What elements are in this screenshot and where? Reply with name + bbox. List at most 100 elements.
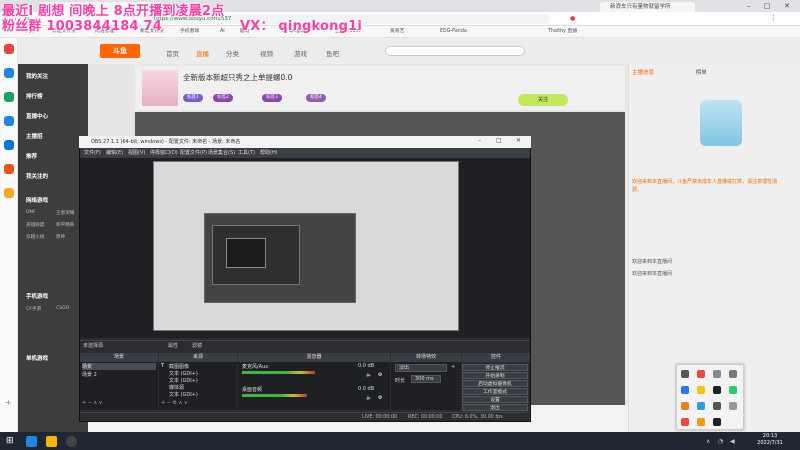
extension-icon[interactable]: ● (570, 15, 575, 22)
close-icon[interactable]: ✕ (780, 1, 794, 11)
taskbar-clock[interactable]: 20:13 2022/7/31 (742, 433, 798, 447)
nav-link[interactable]: 鱼吧 (326, 48, 339, 58)
tray-icon[interactable] (729, 370, 737, 378)
plus-icon[interactable]: + (451, 364, 455, 370)
speaker-icon[interactable]: 🔈 (366, 395, 372, 401)
tray-icon[interactable] (681, 386, 689, 394)
sidebar-subitem[interactable]: 穿越火线 (26, 234, 44, 240)
close-icon[interactable]: ✕ (516, 137, 521, 144)
sidebar-subitem[interactable]: 和平精英 (56, 222, 74, 228)
virtual-camera-button[interactable]: 启动虚拟摄像机 (462, 380, 528, 387)
bookmark[interactable]: 手机看球 (180, 28, 199, 36)
sidebar-section[interactable]: 手机游戏 (26, 292, 48, 300)
streamer-avatar[interactable] (142, 70, 178, 106)
tab-ranking[interactable]: 榜单 (696, 70, 707, 76)
filters-button[interactable]: 滤镜 (192, 341, 202, 352)
windows-start-icon[interactable]: ⊞ (6, 436, 17, 447)
maximize-icon[interactable]: □ (496, 137, 502, 144)
bookmark[interactable]: AI (220, 28, 225, 36)
minimize-icon[interactable]: – (742, 1, 756, 11)
app-icon[interactable] (4, 188, 14, 198)
tray-icon[interactable] (697, 402, 705, 410)
menu-item[interactable]: 工具(T) (238, 148, 255, 158)
nav-link[interactable]: 首页 (166, 48, 179, 58)
sidebar-subitem[interactable]: 英雄联盟 (26, 222, 44, 228)
tray-icon[interactable] (681, 418, 689, 426)
tray-icon[interactable] (713, 402, 721, 410)
nav-link[interactable]: 视频 (260, 48, 273, 58)
search-input[interactable] (385, 46, 525, 56)
room-badge[interactable]: 标签3 (262, 94, 282, 102)
tab-streamer-info[interactable]: 主播信息 (632, 70, 654, 76)
nav-link[interactable]: 游戏 (294, 48, 307, 58)
sidebar-subitem[interactable]: 王者荣耀 (56, 210, 74, 216)
browser-tab[interactable]: 新浪车只有量物就留学所 (600, 2, 695, 12)
tray-icon[interactable] (697, 370, 705, 378)
tray-icon[interactable] (729, 402, 737, 410)
sidebar-subitem[interactable]: 原神 (56, 234, 65, 240)
sidebar-item[interactable]: 排行榜 (26, 92, 43, 100)
gear-icon[interactable]: ⚙ (378, 372, 382, 378)
taskbar-app-icon[interactable] (26, 436, 37, 447)
app-icon[interactable] (4, 92, 14, 102)
tray-icon[interactable] (713, 370, 721, 378)
source-item[interactable]: 文本 (GDI+) (169, 391, 198, 398)
sidebar-item[interactable]: 主播招 (26, 132, 43, 140)
app-icon[interactable] (4, 68, 14, 78)
bookmark[interactable]: Thaithy 直播 (548, 28, 577, 36)
settings-button[interactable]: 设置 (462, 396, 528, 403)
tray-icon[interactable] (697, 418, 705, 426)
tray-icon[interactable] (681, 402, 689, 410)
tray-icon[interactable] (713, 418, 721, 426)
properties-button[interactable]: 属性 (168, 341, 178, 352)
sidebar-subitem[interactable]: DNF (26, 210, 36, 215)
sidebar-section[interactable]: 单机游戏 (26, 354, 48, 362)
tray-icon[interactable] (729, 386, 737, 394)
menu-item[interactable]: 帮助(H) (260, 148, 278, 158)
scene-item[interactable]: 场景 (82, 363, 156, 370)
menu-item[interactable]: 配置文件(P) (180, 148, 207, 158)
source-item[interactable]: 截图图像 (169, 363, 189, 370)
scene-controls[interactable]: + − ∧ ∨ (82, 400, 102, 406)
menu-item[interactable]: 文件(F) (84, 148, 101, 158)
menu-item[interactable]: 编辑(E) (106, 148, 123, 158)
source-item[interactable]: 文本 (GDI+) (169, 370, 198, 377)
tray-icon[interactable] (713, 386, 721, 394)
transition-select[interactable]: 淡出 (395, 364, 447, 372)
studio-mode-button[interactable]: 工作室模式 (462, 388, 528, 395)
menu-item[interactable]: 视图(V) (128, 148, 145, 158)
app-icon[interactable] (4, 44, 14, 54)
minimize-icon[interactable]: – (478, 137, 481, 144)
duration-input[interactable]: 300 ms (411, 375, 441, 383)
sidebar-item[interactable]: 我的关注 (26, 72, 48, 80)
tray-icon[interactable] (681, 370, 689, 378)
source-controls[interactable]: + − ⚙ ∧ ∨ (161, 400, 188, 406)
obs-taskbar-icon[interactable] (66, 436, 77, 447)
tray-chevron-icon[interactable]: ∧ (706, 438, 710, 445)
network-icon[interactable]: ◔ (718, 438, 723, 445)
sidebar-item[interactable]: 推荐 (26, 152, 37, 160)
bookmark[interactable]: 爱奇艺 (390, 28, 404, 36)
app-icon[interactable] (4, 116, 14, 126)
volume-icon[interactable]: ◀ (730, 438, 735, 445)
source-item[interactable]: 媒体源 (169, 384, 184, 391)
taskbar-app-icon[interactable] (46, 436, 57, 447)
menu-icon[interactable]: ⋮ (770, 14, 777, 22)
speaker-icon[interactable]: 🔈 (366, 372, 372, 378)
add-icon[interactable]: + (5, 398, 12, 407)
sidebar-item[interactable]: 直播中心 (26, 112, 48, 120)
maximize-icon[interactable]: □ (760, 1, 774, 11)
source-item[interactable]: 文本 (GDI+) (169, 377, 198, 384)
gear-icon[interactable]: ⚙ (378, 395, 382, 401)
sidebar-subitem[interactable]: CF手游 (26, 306, 41, 312)
site-logo[interactable]: 斗鱼 (100, 44, 140, 58)
app-icon[interactable] (4, 164, 14, 174)
follow-button[interactable]: 关注 (518, 94, 568, 106)
tray-icon[interactable] (697, 386, 705, 394)
sidebar-section[interactable]: 网络游戏 (26, 196, 48, 204)
bookmark[interactable]: EDG-Panda (440, 28, 467, 36)
nav-link[interactable]: 分类 (226, 48, 239, 58)
room-badge[interactable]: 标签2 (213, 94, 233, 102)
sidebar-item[interactable]: 我关注的 (26, 172, 48, 180)
nav-link[interactable]: 直播 (196, 48, 209, 58)
